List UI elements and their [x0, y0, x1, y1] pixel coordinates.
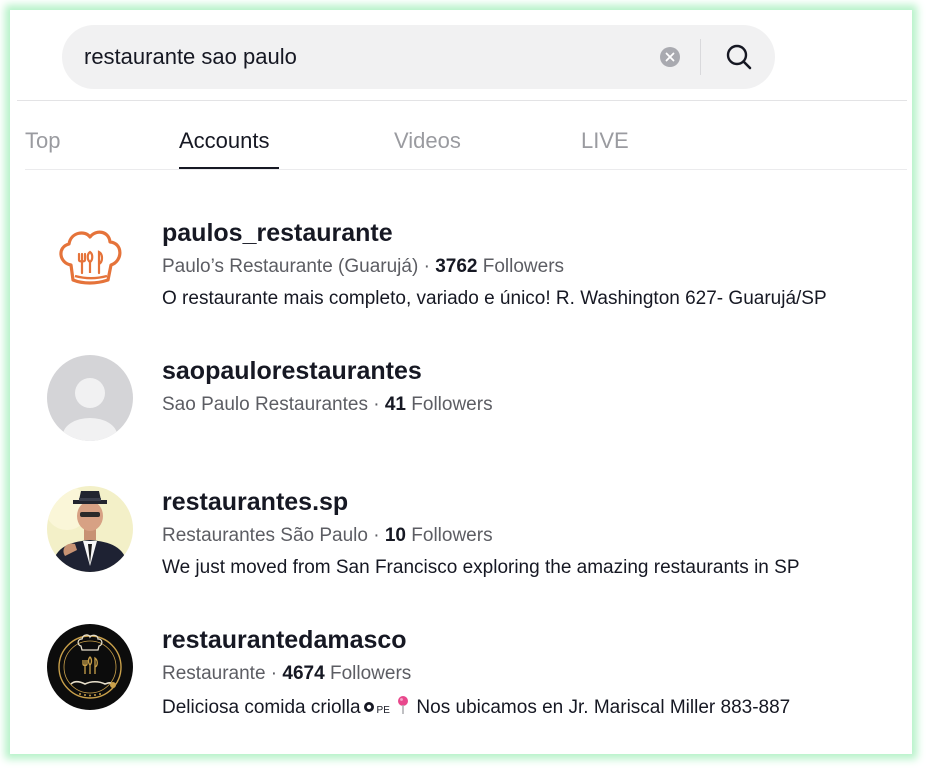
- el-damasco-logo-icon: [47, 624, 133, 710]
- account-meta: Restaurantes São Paulo · 10 Followers: [162, 525, 493, 547]
- map-pin-icon: [398, 696, 409, 714]
- account-meta: Paulo’s Restaurante (Guarujá) · 3762 Fol…: [162, 256, 564, 278]
- follower-count: 4674: [282, 663, 325, 684]
- clear-search-button[interactable]: [660, 47, 680, 67]
- account-meta: Sao Paulo Restaurantes · 41 Followers: [162, 394, 493, 416]
- meta-separator: ·: [373, 394, 380, 415]
- avatar[interactable]: [47, 624, 133, 710]
- account-display-name: Sao Paulo Restaurantes: [162, 394, 368, 415]
- tab-top[interactable]: Top: [25, 128, 60, 154]
- follower-count: 3762: [435, 256, 478, 277]
- account-bio: Deliciosa comida criolla PE Nos ubicamos …: [162, 695, 790, 719]
- search-icon: [726, 44, 752, 70]
- search-bar: [62, 25, 775, 89]
- bio-text-end: Nos ubicamos en Jr. Mariscal Miller 883-…: [411, 697, 791, 718]
- followers-label: Followers: [411, 525, 493, 546]
- meta-separator: ·: [373, 525, 380, 546]
- follower-count: 41: [384, 394, 406, 415]
- search-divider: [700, 39, 701, 75]
- man-in-hat-photo: [47, 486, 133, 572]
- followers-label: Followers: [482, 256, 565, 277]
- meta-separator: ·: [423, 256, 430, 277]
- follower-count: 10: [384, 525, 406, 546]
- avatar[interactable]: [47, 217, 133, 303]
- account-display-name: Restaurantes São Paulo: [162, 525, 368, 546]
- search-results-panel: Top Accounts Videos LIVE paulos_restaura…: [17, 16, 907, 749]
- avatar[interactable]: [47, 355, 133, 441]
- account-result-item[interactable]: saopaulorestaurantes Sao Paulo Restauran…: [17, 355, 907, 447]
- tab-accounts[interactable]: Accounts: [179, 128, 270, 154]
- flag-emoji-icon: [363, 702, 374, 712]
- account-display-name: Restaurante: [162, 663, 266, 684]
- bio-emoji-text: PE: [376, 705, 390, 716]
- account-bio: O restaurante mais completo, variado e ú…: [162, 288, 827, 309]
- account-meta: Restaurante · 4674 Followers: [162, 663, 411, 685]
- account-bio: We just moved from San Francisco explori…: [162, 557, 800, 578]
- followers-label: Followers: [411, 394, 493, 415]
- search-button[interactable]: [716, 39, 760, 75]
- header-divider: [17, 100, 907, 101]
- followers-label: Followers: [329, 663, 412, 684]
- account-username[interactable]: restaurantes.sp: [162, 488, 348, 517]
- account-username[interactable]: restaurantedamasco: [162, 626, 407, 655]
- account-result-item[interactable]: paulos_restaurante Paulo’s Restaurante (…: [17, 217, 907, 309]
- tabs-divider: [25, 169, 907, 170]
- account-result-item[interactable]: restaurantes.sp Restaurantes São Paulo ·…: [17, 486, 907, 578]
- search-input[interactable]: [84, 39, 644, 75]
- tab-live[interactable]: LIVE: [581, 128, 629, 154]
- chef-hat-logo-icon: [47, 217, 133, 303]
- meta-separator: ·: [270, 663, 278, 684]
- default-avatar-icon: [47, 355, 133, 441]
- account-result-item[interactable]: restaurantedamasco Restaurante · 4674 Fo…: [17, 624, 907, 726]
- close-icon: [665, 52, 675, 62]
- bio-text-start: Deliciosa comida criolla: [162, 697, 361, 718]
- account-username[interactable]: paulos_restaurante: [162, 219, 393, 248]
- account-username[interactable]: saopaulorestaurantes: [162, 357, 422, 386]
- tab-videos[interactable]: Videos: [394, 128, 461, 154]
- avatar[interactable]: [47, 486, 133, 572]
- account-display-name: Paulo’s Restaurante (Guarujá): [162, 256, 419, 277]
